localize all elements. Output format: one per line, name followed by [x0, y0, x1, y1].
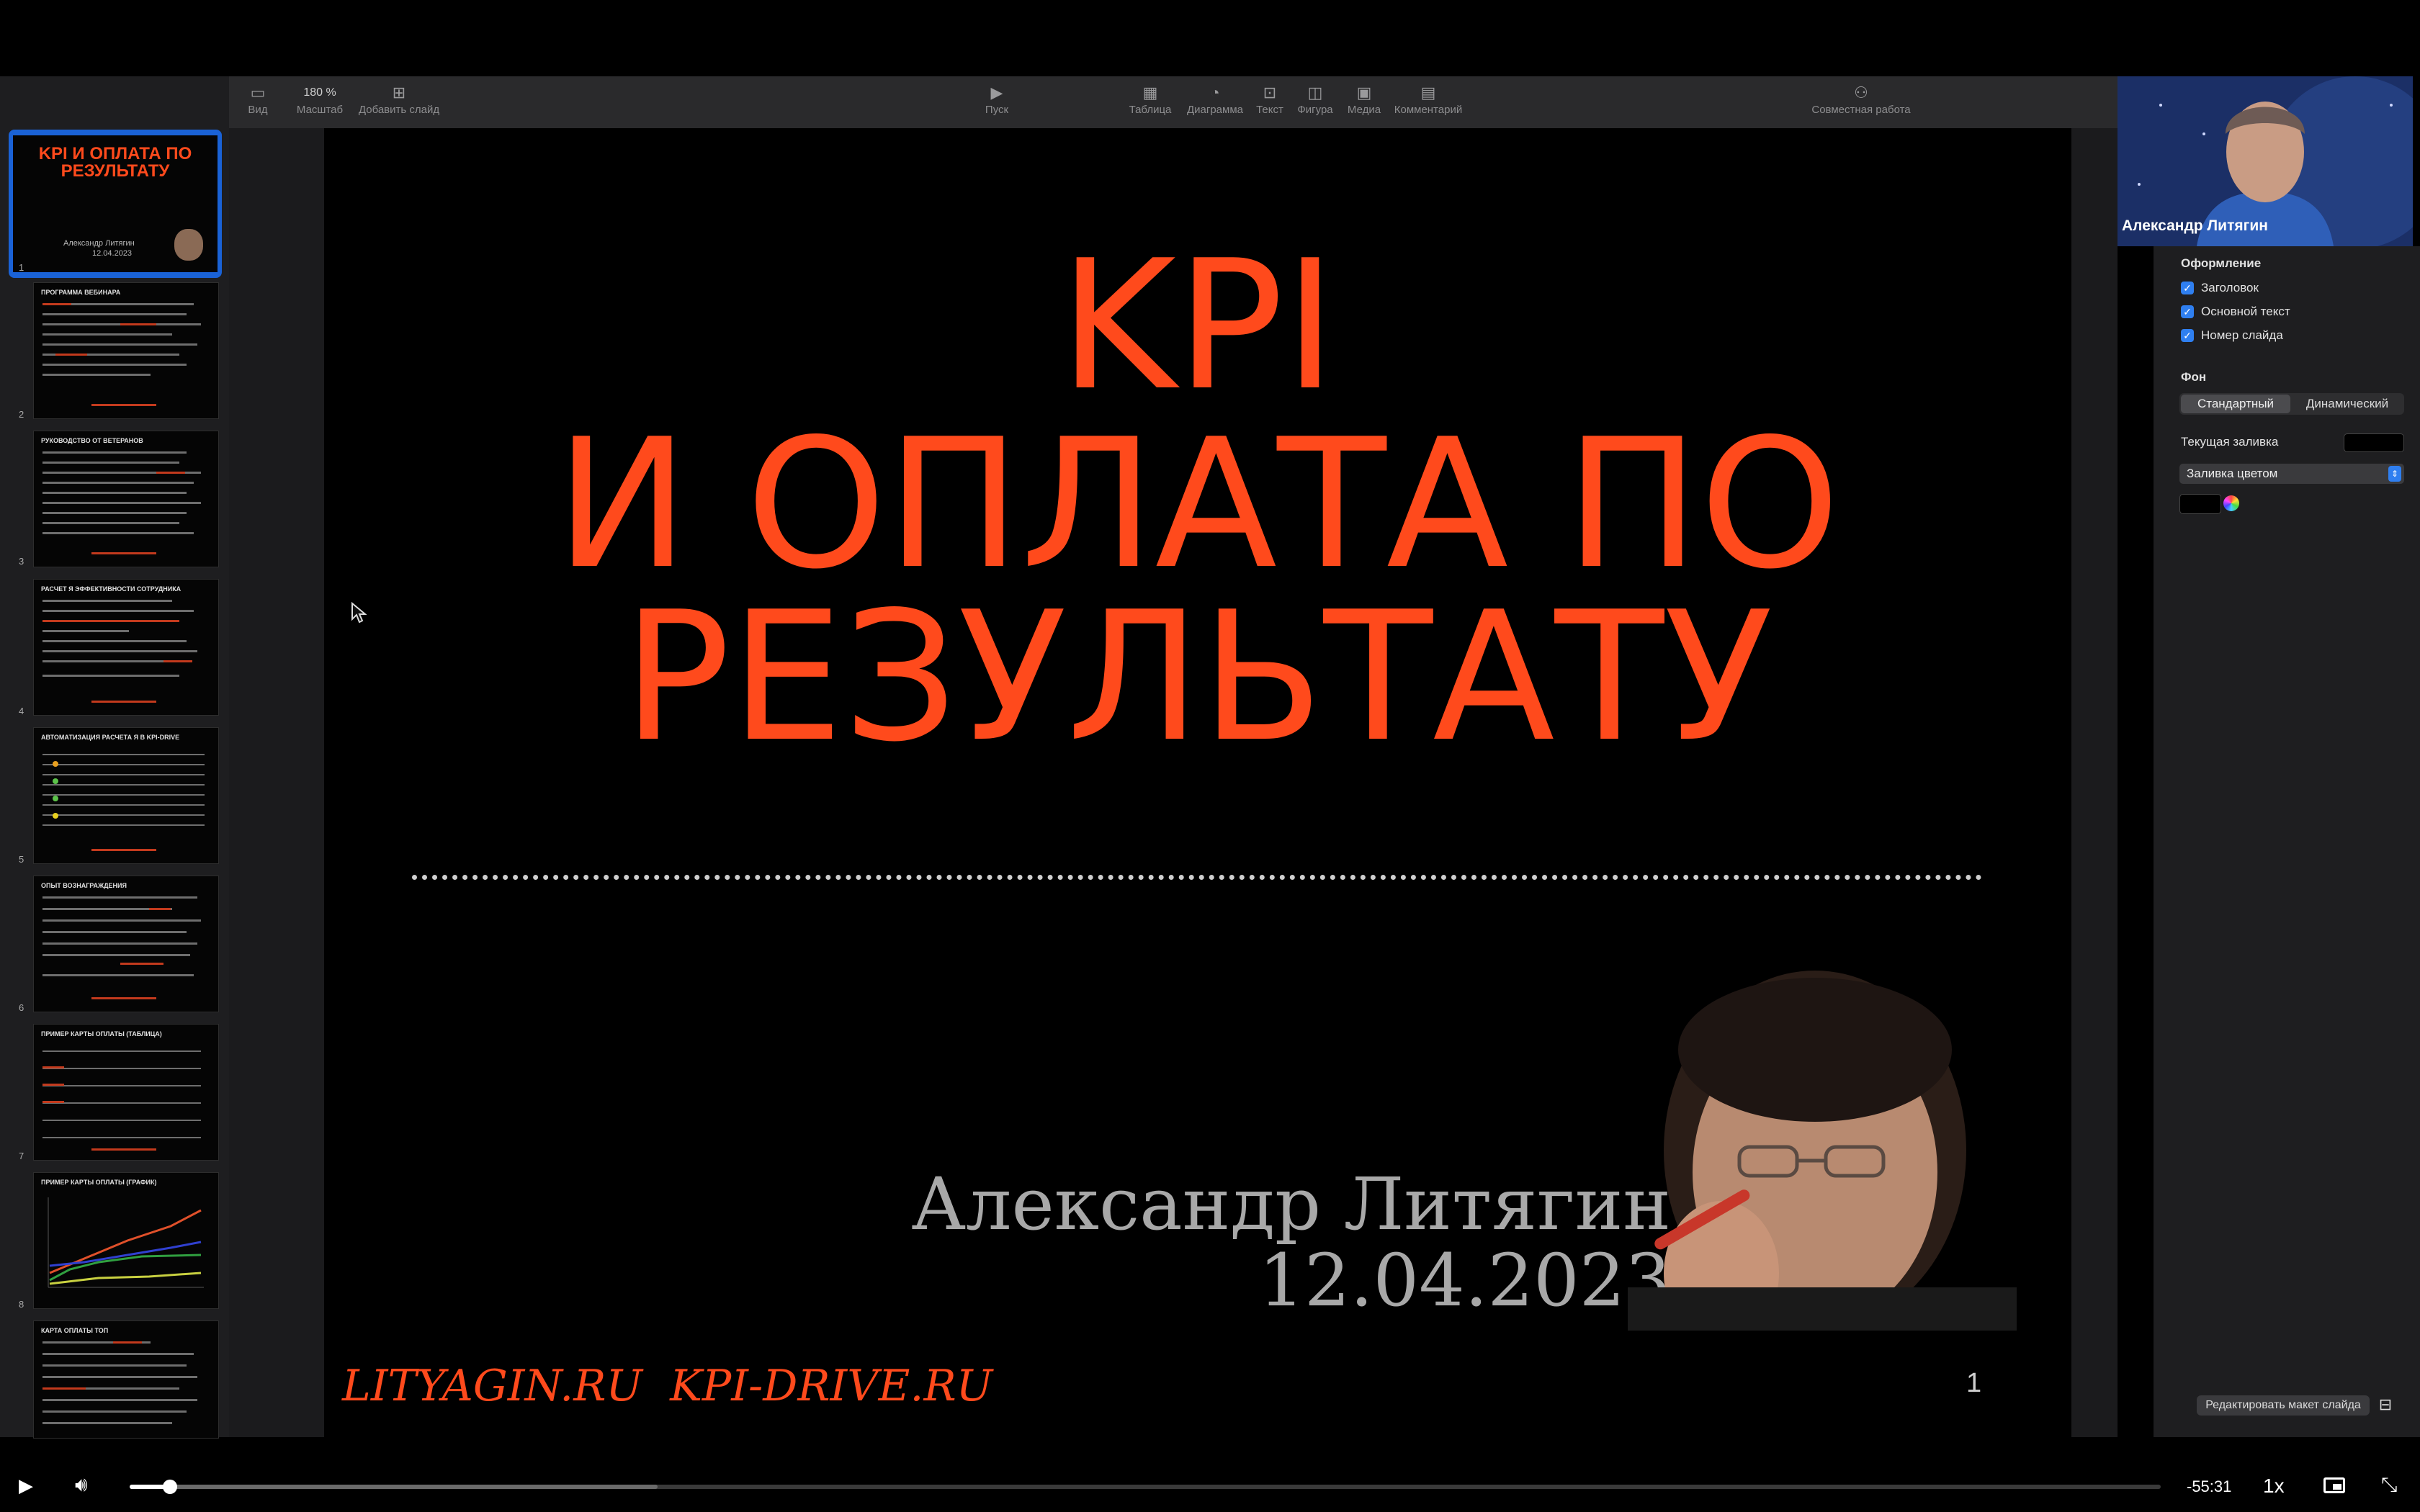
thumb-3-title: РУКОВОДСТВО ОТ ВЕТЕРАНОВ [41, 437, 143, 444]
shape-icon: ◫ [1307, 84, 1323, 102]
thumb-number-8: 8 [19, 1299, 24, 1310]
slide-thumbnail-7[interactable]: ПРИМЕР КАРТЫ ОПЛАТЫ (ТАБЛИЦА) [33, 1024, 219, 1161]
text-icon: ⊡ [1263, 84, 1277, 102]
media-icon: ▣ [1356, 84, 1372, 102]
seek-bar[interactable] [130, 1480, 2161, 1494]
collaborate-button[interactable]: ⚇ Совместная работа [1803, 82, 1919, 116]
slide-number-checkbox-label: Номер слайда [2201, 328, 2283, 342]
table-icon: ▦ [1142, 84, 1158, 102]
video-player-bar: ▶ 🔊︎ -55:31 1x ⤡ [0, 1462, 2420, 1512]
add-slide-icon: ⊞ [392, 84, 406, 102]
thumb-8-line-chart [48, 1197, 204, 1288]
comment-button[interactable]: ▤ Комментарий [1389, 82, 1468, 116]
chart-button[interactable]: ◔ Диаграмма [1183, 82, 1247, 116]
add-slide-button[interactable]: ⊞ Добавить слайд [356, 82, 442, 116]
title-checkbox[interactable]: ✓ [2181, 282, 2194, 294]
section-background-label: Фон [2181, 370, 2207, 384]
toolbar: ▭ Вид 180 % Масштаб ⊞ Добавить слайд ▶ П… [229, 76, 2118, 130]
thumb-7-title: ПРИМЕР КАРТЫ ОПЛАТЫ (ТАБЛИЦА) [41, 1030, 162, 1038]
view-button[interactable]: ▭ Вид [242, 82, 274, 116]
slide-number: 1 [1966, 1368, 1982, 1398]
slide-thumbnail-8[interactable]: ПРИМЕР КАРТЫ ОПЛАТЫ (ГРАФИК) [33, 1172, 219, 1309]
speaker-video: Александр Литягин [2118, 76, 2413, 246]
sidebar-icon: ▭ [250, 84, 266, 102]
presentation-date: 12.04.2023 [1258, 1238, 1671, 1323]
slide-thumbnail-1[interactable]: KPI И ОПЛАТА ПО РЕЗУЛЬТАТУ Александр Лит… [13, 135, 218, 272]
thumb-number-3: 3 [19, 556, 24, 567]
slide-title-line-1: KPI [1059, 222, 1337, 430]
play-pause-icon[interactable]: ▶ [19, 1475, 33, 1497]
section-design-label: Оформление [2181, 256, 2262, 270]
thumb-1-title: KPI И ОПЛАТА ПО РЕЗУЛЬТАТУ [38, 144, 192, 181]
thumb-1-portrait [174, 229, 203, 261]
thumb-number-5: 5 [19, 854, 24, 865]
thumb-number-6: 6 [19, 1002, 24, 1013]
thumb-5-title: АВТОМАТИЗАЦИЯ РАСЧЕТА Я В KPI-DRIVE [41, 734, 180, 741]
slide-thumbnail-6[interactable]: ОПЫТ ВОЗНАГРАЖДЕНИЯ [33, 876, 219, 1012]
color-picker-icon[interactable] [2223, 495, 2239, 511]
time-remaining: -55:31 [2187, 1477, 2232, 1495]
slide-navigator: KPI И ОПЛАТА ПО РЕЗУЛЬТАТУ Александр Лит… [0, 76, 229, 1439]
seek-handle[interactable] [163, 1480, 178, 1494]
thumb-number-4: 4 [19, 706, 24, 716]
shape-button[interactable]: ◫ Фигура [1292, 82, 1338, 116]
dropdown-chevron-icon: ⇕ [2388, 466, 2401, 482]
slide-title-line-2: И ОПЛАТА ПО [555, 401, 1840, 608]
collaborate-icon: ⚇ [1854, 84, 1868, 102]
canvas-right-margin [2071, 128, 2118, 1437]
thumb-number-1: 1 [19, 262, 24, 273]
speaker-name-label: Александр Литягин [2122, 217, 2268, 234]
thumb-number-7: 7 [19, 1151, 24, 1161]
body-text-checkbox[interactable]: ✓ [2181, 305, 2194, 318]
captions-icon[interactable]: ⊟ [2374, 1395, 2397, 1416]
comment-icon: ▤ [1420, 84, 1436, 102]
exit-fullscreen-icon[interactable]: ⤡ [2381, 1473, 2397, 1497]
volume-icon[interactable]: 🔊︎ [75, 1473, 88, 1497]
standard-segment[interactable]: Стандартный [2181, 395, 2290, 413]
thumb-2-title: ПРОГРАММА ВЕБИНАРА [41, 289, 121, 296]
author-name: Александр Литягин [911, 1162, 1671, 1246]
dynamic-segment[interactable]: Динамический [2292, 395, 2403, 413]
slide-thumbnail-5[interactable]: АВТОМАТИЗАЦИЯ РАСЧЕТА Я В KPI-DRIVE [33, 727, 219, 864]
thumb-8-title: ПРИМЕР КАРТЫ ОПЛАТЫ (ГРАФИК) [41, 1179, 157, 1186]
mouse-cursor-icon [351, 602, 367, 624]
author-photo [1628, 971, 2017, 1331]
slide-number-checkbox[interactable]: ✓ [2181, 329, 2194, 342]
thumb-9-title: КАРТА ОПЛАТЫ ТОП [41, 1327, 109, 1334]
play-icon: ▶ [990, 84, 1003, 102]
thumb-number-2: 2 [19, 409, 24, 420]
chart-icon: ◔ [1210, 84, 1220, 102]
websites-footer: LITYAGIN.RU KPI-DRIVE.RU [342, 1361, 993, 1411]
table-button[interactable]: ▦ Таблица [1125, 82, 1175, 116]
slide-thumbnail-9[interactable]: КАРТА ОПЛАТЫ ТОП [33, 1320, 219, 1439]
playback-speed-button[interactable]: 1x [2263, 1475, 2285, 1498]
title-checkbox-label: Заголовок [2201, 281, 2259, 294]
fill-type-value: Заливка цветом [2187, 467, 2278, 480]
slide-thumbnail-4[interactable]: РАСЧЕТ Я ЭФФЕКТИВНОСТИ СОТРУДНИКА [33, 579, 219, 716]
slide-1[interactable]: KPI И ОПЛАТА ПО РЕЗУЛЬТАТУ Александр Лит… [324, 128, 2071, 1437]
play-button[interactable]: ▶ Пуск [975, 82, 1018, 116]
slide-thumbnail-2[interactable]: ПРОГРАММА ВЕБИНАРА [33, 282, 219, 419]
thumb-1-date: 12.04.2023 [92, 249, 133, 258]
text-button[interactable]: ⊡ Текст [1252, 82, 1288, 116]
thumb-1-author: Александр Литягин [63, 239, 135, 248]
picture-in-picture-icon[interactable] [2323, 1477, 2345, 1493]
body-text-checkbox-label: Основной текст [2201, 305, 2290, 318]
edit-slide-layout-button[interactable]: Редактировать макет слайда [2197, 1395, 2370, 1416]
slide-title-line-3: РЕЗУЛЬТАТУ [622, 574, 1773, 781]
color-well[interactable] [2179, 494, 2221, 514]
zoom-value: 180 % [303, 86, 336, 99]
thumb-4-title: РАСЧЕТ Я ЭФФЕКТИВНОСТИ СОТРУДНИКА [41, 585, 182, 593]
dotted-divider [412, 875, 1982, 880]
fill-type-dropdown[interactable]: Заливка цветом ⇕ [2179, 464, 2404, 484]
media-button[interactable]: ▣ Медиа [1343, 82, 1386, 116]
format-inspector [2154, 246, 2420, 1437]
thumb-6-title: ОПЫТ ВОЗНАГРАЖДЕНИЯ [41, 882, 127, 889]
buffered-range [130, 1485, 658, 1489]
current-fill-label: Текущая заливка [2181, 435, 2279, 449]
current-fill-swatch[interactable] [2344, 433, 2404, 452]
slide-thumbnail-3[interactable]: РУКОВОДСТВО ОТ ВЕТЕРАНОВ [33, 431, 219, 567]
zoom-menu[interactable]: 180 % Масштаб [291, 82, 349, 116]
